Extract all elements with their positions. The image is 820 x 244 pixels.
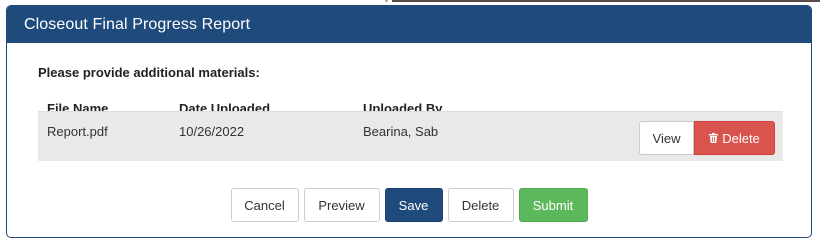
date-uploaded-cell: 10/26/2022 [179,124,245,139]
uploaded-by-cell: Bearina, Sab [363,124,439,139]
trash-icon [709,133,719,143]
files-table: File Name Date Uploaded Uploaded By Repo… [38,89,783,161]
closeout-dialog: Closeout Final Progress Report Please pr… [6,5,812,238]
save-button[interactable]: Save [384,188,443,222]
view-file-button[interactable]: View [639,121,694,155]
row-actions: View Delete [639,121,775,155]
delete-file-button[interactable]: Delete [694,121,775,155]
background-edge [385,0,388,2]
dialog-body: Please provide additional materials: Fil… [7,43,811,237]
dialog-title: Closeout Final Progress Report [24,15,251,33]
submit-button[interactable]: Submit [518,188,588,222]
cancel-button[interactable]: Cancel [230,188,299,222]
dialog-footer: Cancel Preview Save Delete Submit [7,188,811,222]
delete-report-button[interactable]: Delete [447,188,514,222]
table-row: Report.pdf 10/26/2022 Bearina, Sab View [38,111,783,161]
file-name-cell: Report.pdf [47,124,108,139]
materials-prompt: Please provide additional materials: [38,65,260,80]
dialog-header: Closeout Final Progress Report [7,6,811,43]
preview-button[interactable]: Preview [303,188,380,222]
delete-file-label: Delete [722,130,760,146]
background-window-edge [392,0,820,2]
